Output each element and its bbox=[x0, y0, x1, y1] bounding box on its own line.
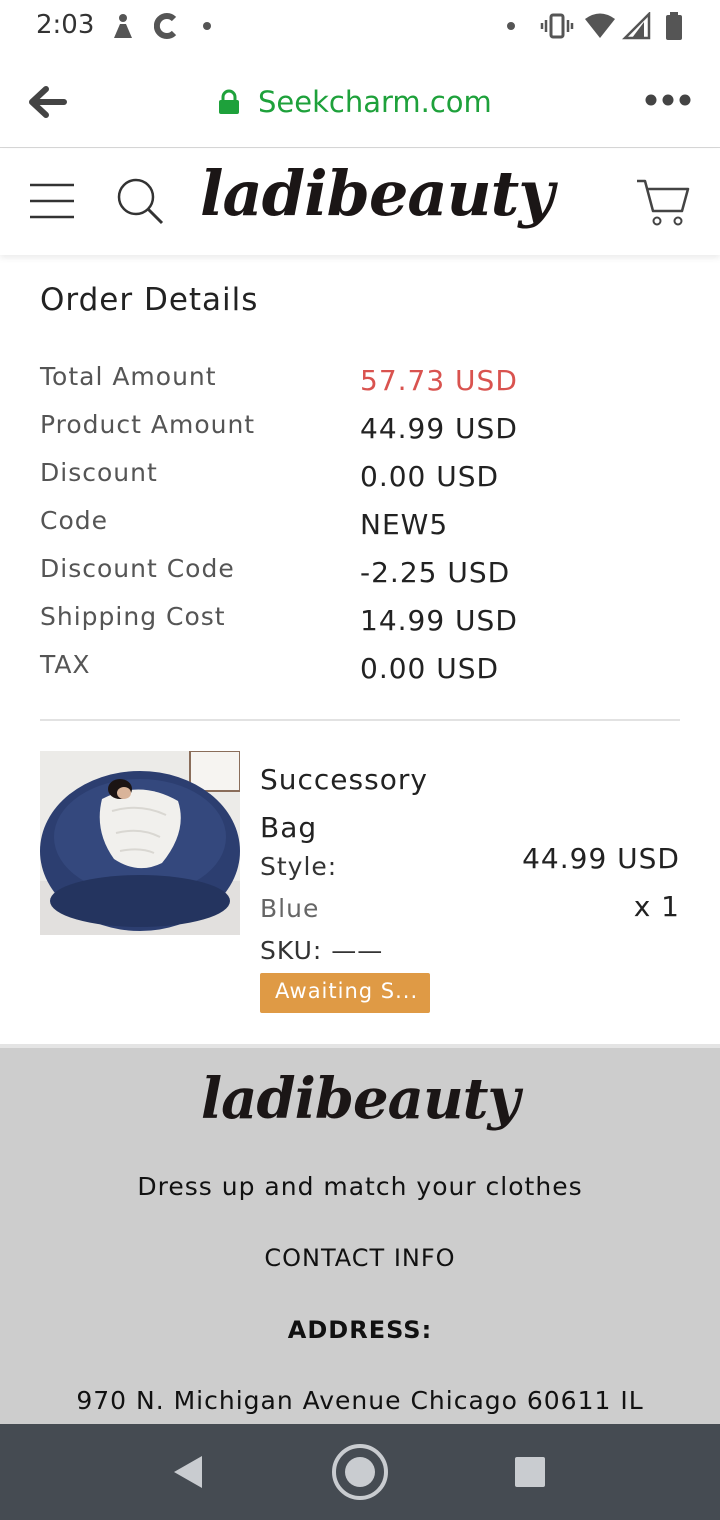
c-app-icon bbox=[154, 13, 177, 39]
page-title: Order Details bbox=[40, 282, 259, 318]
contact-info-link[interactable]: CONTACT INFO bbox=[0, 1244, 720, 1272]
bean-bag-image bbox=[40, 751, 240, 935]
detail-value: -2.25 USD bbox=[360, 556, 511, 589]
product-name[interactable]: Successory Bag bbox=[260, 756, 490, 852]
style-label: Style: bbox=[260, 852, 338, 881]
detail-row-discount-code: Discount Code -2.25 USD bbox=[40, 554, 680, 602]
wifi-icon bbox=[585, 13, 615, 38]
detail-value: 0.00 USD bbox=[360, 652, 500, 685]
detail-value: NEW5 bbox=[360, 508, 449, 541]
address-bar[interactable]: Seekcharm.com bbox=[218, 80, 492, 124]
detail-value: 57.73 USD bbox=[360, 364, 518, 397]
footer-tagline: Dress up and match your clothes bbox=[137, 1172, 583, 1201]
detail-row-tax: TAX 0.00 USD bbox=[40, 650, 680, 698]
detail-value: 14.99 USD bbox=[360, 604, 518, 637]
detail-label: TAX bbox=[40, 650, 91, 679]
product-quantity: x 1 bbox=[633, 890, 680, 923]
detail-row-code: Code NEW5 bbox=[40, 506, 680, 554]
url-text: Seekcharm.com bbox=[258, 85, 492, 119]
site-logo[interactable]: ladibeauty bbox=[200, 157, 554, 230]
hamburger-menu-icon[interactable] bbox=[30, 183, 74, 219]
address-heading: ADDRESS: bbox=[287, 1316, 433, 1344]
battery-icon bbox=[666, 12, 682, 40]
site-footer: ladibeauty Dress up and match your cloth… bbox=[0, 1044, 720, 1424]
nav-recents-icon[interactable] bbox=[514, 1456, 546, 1488]
detail-label: Code bbox=[40, 506, 109, 535]
nav-back-icon[interactable] bbox=[172, 1454, 204, 1490]
detail-value: 0.00 USD bbox=[360, 460, 500, 493]
status-badge[interactable]: Awaiting S... bbox=[260, 973, 430, 1013]
search-icon[interactable] bbox=[116, 177, 164, 225]
detail-label: Shipping Cost bbox=[40, 602, 226, 631]
vibrate-icon bbox=[540, 13, 574, 39]
detail-label: Total Amount bbox=[40, 362, 217, 391]
detail-row-total: Total Amount 57.73 USD bbox=[40, 362, 680, 410]
style-value: Blue bbox=[260, 894, 320, 923]
footer-logo: ladibeauty bbox=[200, 1066, 520, 1132]
detail-label: Product Amount bbox=[40, 410, 256, 439]
detail-row-shipping: Shipping Cost 14.99 USD bbox=[40, 602, 680, 650]
divider bbox=[40, 719, 680, 721]
system-navigation-bar bbox=[0, 1424, 720, 1520]
status-time: 2:03 bbox=[36, 10, 95, 40]
product-image[interactable] bbox=[40, 751, 240, 935]
detail-row-product-amount: Product Amount 44.99 USD bbox=[40, 410, 680, 458]
sku-text: SKU: —— bbox=[260, 936, 384, 965]
cart-icon[interactable] bbox=[636, 177, 690, 227]
more-options-icon[interactable] bbox=[644, 92, 692, 108]
back-arrow-icon[interactable] bbox=[28, 84, 68, 120]
dot-icon bbox=[203, 22, 211, 30]
detail-label: Discount Code bbox=[40, 554, 235, 583]
nav-home-icon[interactable] bbox=[330, 1442, 390, 1502]
site-header: ladibeauty bbox=[0, 149, 720, 255]
browser-toolbar: Seekcharm.com bbox=[0, 52, 720, 148]
address-text: 970 N. Michigan Avenue Chicago 60611 IL bbox=[76, 1386, 644, 1415]
detail-label: Discount bbox=[40, 458, 158, 487]
dot-icon bbox=[507, 22, 515, 30]
product-price: 44.99 USD bbox=[522, 842, 680, 875]
lock-icon bbox=[219, 89, 239, 114]
detail-row-discount: Discount 0.00 USD bbox=[40, 458, 680, 506]
notification-icon bbox=[114, 14, 132, 38]
status-bar: 2:03 bbox=[0, 0, 720, 52]
detail-value: 44.99 USD bbox=[360, 412, 518, 445]
signal-icon bbox=[622, 12, 651, 40]
